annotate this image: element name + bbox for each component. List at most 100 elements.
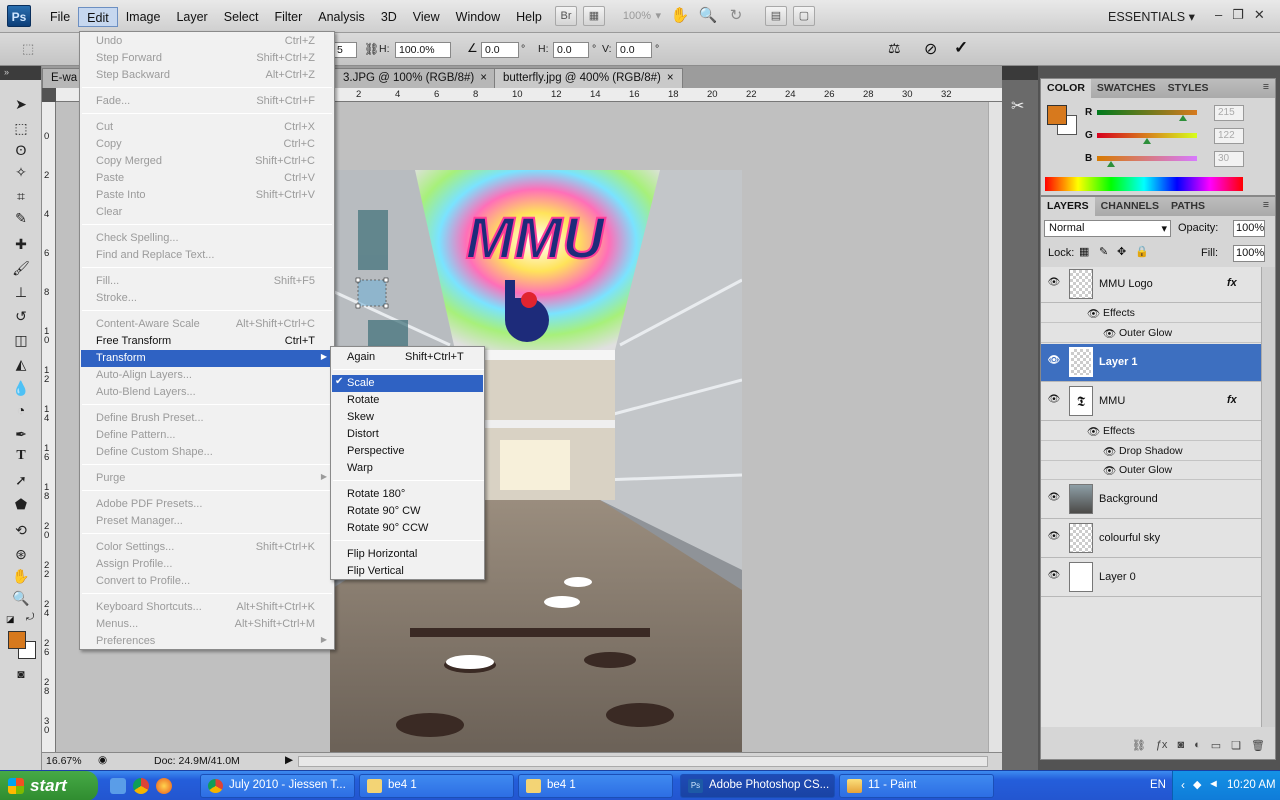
move-tool-icon[interactable]: ➤: [10, 94, 32, 114]
menu-item-assign-profile[interactable]: Assign Profile...: [81, 556, 333, 573]
new-group-icon[interactable]: ▭: [1211, 739, 1221, 759]
history-brush-icon[interactable]: ↺: [10, 306, 32, 326]
menu-item-define-shape[interactable]: Define Custom Shape...: [81, 444, 333, 461]
menu-item-convert-profile[interactable]: Convert to Profile...: [81, 573, 333, 590]
workspace-switcher[interactable]: ESSENTIALS ▾: [1108, 9, 1195, 24]
horizontal-scrollbar[interactable]: [298, 756, 988, 767]
color-foreground-swatch[interactable]: [1047, 105, 1067, 125]
menu-item-check-spelling[interactable]: Check Spelling...: [81, 230, 333, 247]
menu-item-keyboard-shortcuts[interactable]: Keyboard Shortcuts... Alt+Shift+Ctrl+K: [81, 599, 333, 616]
path-select-icon[interactable]: ➚: [10, 470, 32, 490]
blue-slider[interactable]: B 30: [1049, 151, 1269, 169]
menu-item-transform[interactable]: Transform ▶: [81, 350, 333, 367]
network-icon[interactable]: ◆: [1193, 778, 1201, 791]
blur-tool-icon[interactable]: 💧: [10, 378, 32, 398]
menu-item-scale[interactable]: ✔ Scale: [332, 375, 483, 392]
visibility-eye-icon[interactable]: 👁: [1047, 394, 1061, 405]
layer-row-mmu-logo[interactable]: 👁 MMU Logo fx: [1041, 267, 1275, 303]
add-mask-icon[interactable]: ◙: [1177, 739, 1184, 759]
position-x-field[interactable]: 5: [333, 42, 357, 58]
status-info-icon[interactable]: ◉: [98, 754, 107, 766]
menu-item-define-brush[interactable]: Define Brush Preset...: [81, 410, 333, 427]
tab-color[interactable]: COLOR: [1041, 79, 1091, 98]
mini-bridge-icon[interactable]: ▦: [583, 6, 605, 26]
menu-item-fill[interactable]: Fill... Shift+F5: [81, 273, 333, 290]
menu-item-pdf-presets[interactable]: Adobe PDF Presets...: [81, 496, 333, 513]
layer-row-mmu[interactable]: 👁 𝕿 MMU fx: [1041, 383, 1275, 421]
cancel-transform-icon[interactable]: ⊘: [924, 39, 937, 59]
link-layers-icon[interactable]: ⛓: [1132, 739, 1146, 759]
menu-item-rotate[interactable]: Rotate: [332, 392, 483, 409]
menu-item-again[interactable]: Again Shift+Ctrl+T: [332, 349, 483, 366]
menu-item-flip-vertical[interactable]: Flip Vertical: [332, 563, 483, 580]
menu-file[interactable]: File: [42, 7, 78, 27]
layer-row-colourful-sky[interactable]: 👁 colourful sky: [1041, 520, 1275, 558]
green-value-field[interactable]: 122: [1214, 128, 1244, 144]
effect-eye-icon[interactable]: 👁: [1103, 464, 1116, 477]
blend-mode-dropdown[interactable]: Normal ▾: [1044, 220, 1171, 237]
rotate-view-icon[interactable]: ↻: [725, 6, 747, 26]
tab-channels[interactable]: CHANNELS: [1095, 197, 1165, 216]
language-indicator[interactable]: EN: [1150, 779, 1166, 791]
menu-item-purge[interactable]: Purge ▶: [81, 470, 333, 487]
menu-filter[interactable]: Filter: [266, 7, 310, 27]
tab-styles[interactable]: STYLES: [1162, 79, 1215, 98]
visibility-eye-icon[interactable]: 👁: [1047, 492, 1061, 503]
lock-position-icon[interactable]: ✥: [1117, 245, 1126, 258]
red-slider-knob[interactable]: [1179, 115, 1187, 121]
visibility-eye-icon[interactable]: 👁: [1047, 531, 1061, 542]
red-value-field[interactable]: 215: [1214, 105, 1244, 121]
clone-stamp-icon[interactable]: ⊥: [10, 282, 32, 302]
lock-pixels-icon[interactable]: ✎: [1099, 245, 1108, 258]
visibility-eye-icon[interactable]: 👁: [1047, 355, 1061, 366]
taskbar-item-chrome[interactable]: July 2010 - Jiessen T...: [200, 774, 355, 798]
green-slider[interactable]: G 122: [1049, 128, 1269, 146]
crop-tool-icon[interactable]: ⌗: [10, 186, 32, 206]
menu-help[interactable]: Help: [508, 7, 550, 27]
effect-item[interactable]: 👁 Outer Glow: [1041, 324, 1275, 343]
angle-field[interactable]: 0.0: [481, 42, 519, 58]
restore-icon[interactable]: ❐: [1232, 7, 1244, 23]
menu-item-rotate-90-cw[interactable]: Rotate 90° CW: [332, 503, 483, 520]
default-colors-icon[interactable]: ◪: [6, 614, 15, 625]
status-menu-arrow-icon[interactable]: ▶: [285, 754, 293, 766]
blue-value-field[interactable]: 30: [1214, 151, 1244, 167]
toolbox-collapse-icon[interactable]: »: [0, 66, 41, 80]
zoom-tool-icon[interactable]: 🔍: [10, 588, 32, 608]
menu-item-stroke[interactable]: Stroke...: [81, 290, 333, 307]
color-spectrum-ramp[interactable]: [1045, 177, 1243, 191]
menu-item-free-transform[interactable]: Free Transform Ctrl+T: [81, 333, 333, 350]
menu-item-step-forward[interactable]: Step Forward Shift+Ctrl+Z: [81, 50, 333, 67]
screen-mode-icon[interactable]: ▢: [793, 6, 815, 26]
effect-item[interactable]: 👁 Drop Shadow: [1041, 442, 1275, 461]
effects-group[interactable]: 👁 Effects: [1041, 422, 1275, 441]
fx-icon[interactable]: fx: [1227, 394, 1237, 406]
menu-item-perspective[interactable]: Perspective: [332, 443, 483, 460]
foreground-color-swatch[interactable]: [8, 631, 26, 649]
fx-icon[interactable]: fx: [1227, 277, 1237, 289]
tab-swatches[interactable]: SWATCHES: [1091, 79, 1162, 98]
menu-item-color-settings[interactable]: Color Settings... Shift+Ctrl+K: [81, 539, 333, 556]
menu-item-flip-horizontal[interactable]: Flip Horizontal: [332, 546, 483, 563]
taskbar-item-photoshop[interactable]: Ps Adobe Photoshop CS...: [680, 774, 835, 798]
menu-item-preset-manager[interactable]: Preset Manager...: [81, 513, 333, 530]
zoom-tool-icon[interactable]: 🔍: [697, 6, 719, 26]
layer-row-layer-0[interactable]: 👁 Layer 0: [1041, 559, 1275, 597]
quick-mask-icon[interactable]: ◙: [10, 664, 32, 684]
layer-row-layer-1[interactable]: 👁 Layer 1: [1041, 344, 1275, 382]
menu-item-cut[interactable]: Cut Ctrl+X: [81, 119, 333, 136]
menu-item-preferences[interactable]: Preferences ▶: [81, 633, 333, 650]
menu-item-skew[interactable]: Skew: [332, 409, 483, 426]
add-style-icon[interactable]: ƒx: [1156, 739, 1168, 759]
tab-layers[interactable]: LAYERS: [1041, 197, 1095, 216]
menu-item-menus[interactable]: Menus... Alt+Shift+Ctrl+M: [81, 616, 333, 633]
commit-transform-icon[interactable]: ✓: [954, 38, 968, 58]
effects-eye-icon[interactable]: 👁: [1087, 307, 1100, 320]
brush-tool-icon[interactable]: 🖌: [10, 258, 32, 278]
close-icon[interactable]: ✕: [1254, 7, 1265, 23]
menu-item-undo[interactable]: Undo Ctrl+Z: [81, 33, 333, 50]
visibility-eye-icon[interactable]: 👁: [1047, 277, 1061, 288]
new-layer-icon[interactable]: ❏: [1231, 739, 1241, 759]
height-percent-field[interactable]: 100.0%: [395, 42, 451, 58]
vertical-scrollbar[interactable]: [988, 102, 1002, 752]
